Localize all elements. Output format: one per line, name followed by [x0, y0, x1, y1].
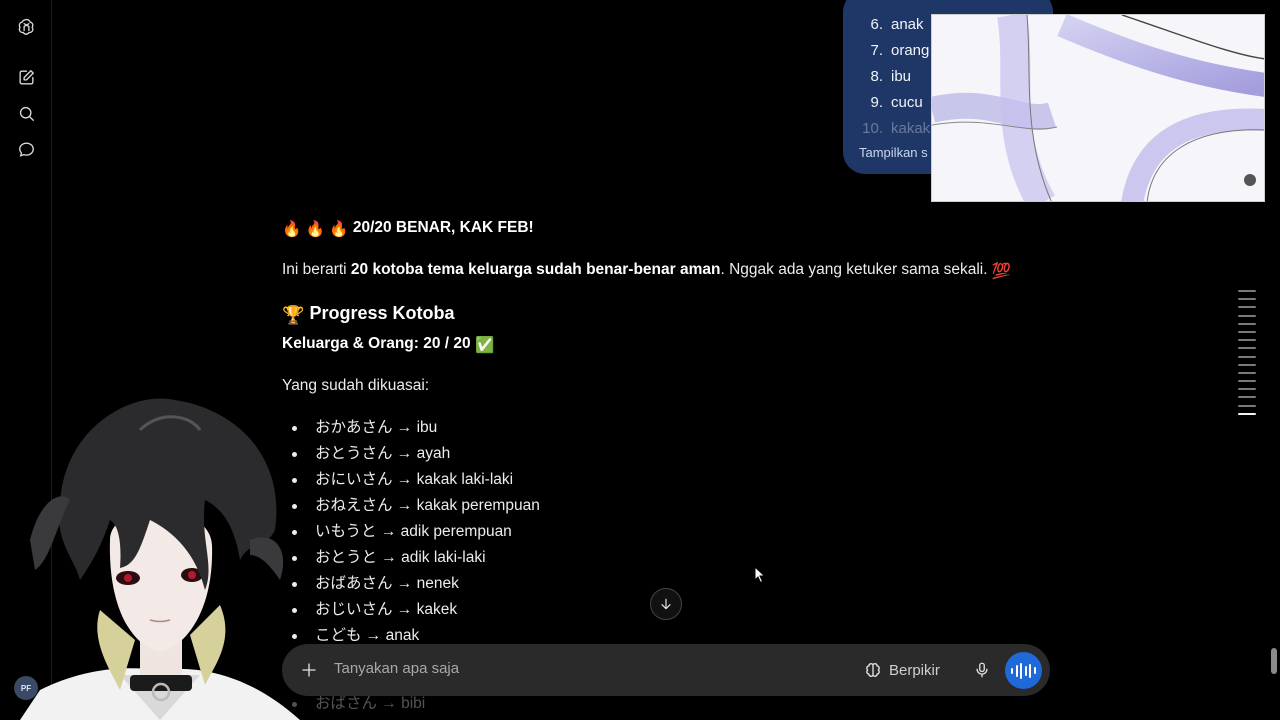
think-label: Berpikir — [889, 661, 940, 679]
mouse-cursor-icon — [754, 566, 766, 584]
section-heading: 🏆 Progress Kotoba — [282, 303, 455, 325]
openai-logo-icon[interactable] — [13, 13, 39, 39]
dictate-button[interactable] — [970, 658, 994, 682]
headline: 🔥 🔥 🔥 20/20 BENAR, KAK FEB! — [282, 219, 534, 238]
vtuber-avatar — [20, 398, 300, 720]
progress-subtitle: Keluarga & Orang: 20 / 20 ✅ — [282, 335, 495, 354]
overlay-image — [931, 14, 1265, 202]
summary-paragraph: Ini berarti 20 kotoba tema keluarga suda… — [282, 261, 1012, 280]
scroll-down-button[interactable] — [650, 588, 682, 620]
list-item: おじいさん → kakek — [282, 597, 782, 623]
list-item: おにいさん → kakak laki-laki — [282, 467, 782, 493]
list-item: おかあさん → ibu — [282, 415, 782, 441]
microphone-icon — [976, 662, 988, 678]
list-item: おとうさん → ayah — [282, 441, 782, 467]
chat-bubble-icon[interactable] — [13, 136, 39, 162]
new-chat-icon[interactable] — [13, 64, 39, 90]
list-item: いもうと → adik perempuan — [282, 519, 782, 545]
brain-icon — [866, 663, 880, 677]
search-icon[interactable] — [13, 100, 39, 126]
voice-mode-button[interactable] — [1005, 652, 1042, 689]
list-item: おとうと → adik laki-laki — [282, 545, 782, 571]
message-composer[interactable]: Tanyakan apa saja Berpikir — [282, 644, 1050, 696]
list-item: おばあさん → nenek — [282, 571, 782, 597]
prompt-input[interactable]: Tanyakan apa saja — [334, 660, 459, 677]
scrollbar-thumb[interactable] — [1271, 648, 1277, 674]
conversation-minimap[interactable] — [1238, 290, 1256, 421]
list-item: おねえさん → kakak perempuan — [282, 493, 782, 519]
show-more-link[interactable]: Tampilkan s — [859, 145, 928, 160]
think-toggle-button[interactable]: Berpikir — [864, 658, 940, 682]
arrow-down-icon — [661, 598, 671, 610]
